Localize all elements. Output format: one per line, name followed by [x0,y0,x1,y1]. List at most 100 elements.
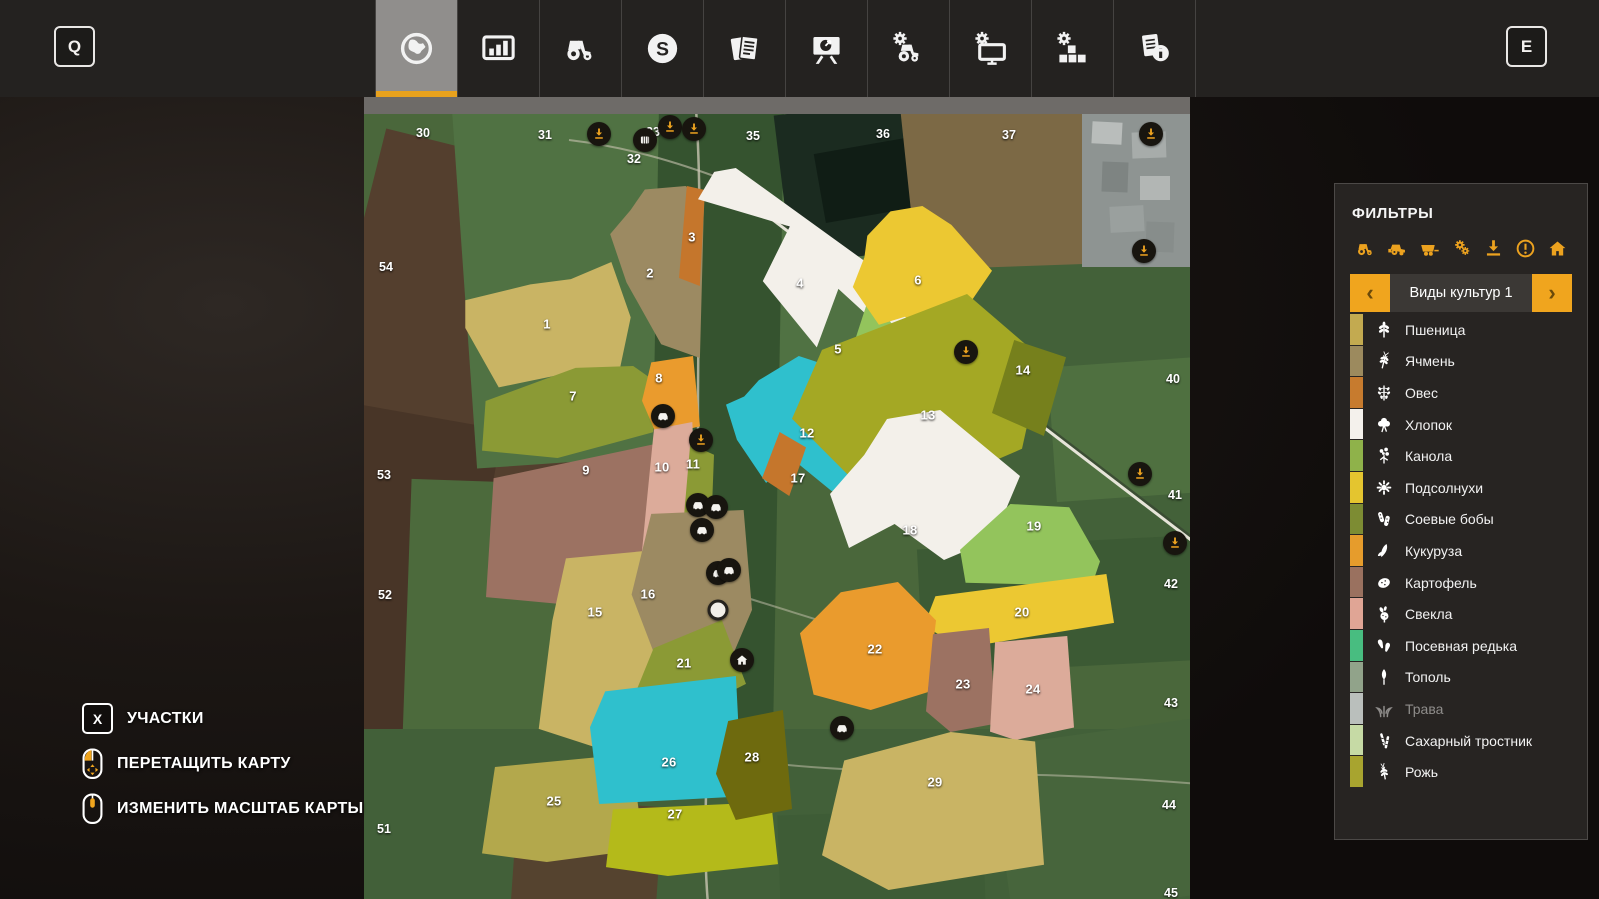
crop-filter-radish[interactable]: Посевная редька [1350,630,1572,662]
trailer-filter-icon[interactable] [1415,237,1443,259]
field-12-number: 12 [799,426,814,441]
home-filter-icon[interactable] [1543,237,1571,259]
field-6-number: 6 [914,273,922,288]
vehicle-marker-icon [717,558,741,582]
worker-marker-icon [682,117,706,141]
oats-icon [1363,377,1405,409]
poplar-icon [1363,662,1405,694]
selector-next-button[interactable]: › [1532,274,1572,312]
map-sector-36: 36 [876,127,890,141]
crop-color-swatch [1350,567,1363,599]
controls-legend: XУЧАСТКИ ПЕРЕТАЩИТЬ КАРТУ ИЗМЕНИТЬ МАСШТАБ… [82,702,364,837]
field-26-number: 26 [661,755,676,770]
crop-filter-poplar[interactable]: Тополь [1350,662,1572,694]
canola-icon [1363,440,1405,472]
crop-name: Сахарный тростник [1405,725,1532,757]
legend-row: ПЕРЕТАЩИТЬ КАРТУ [82,747,364,780]
cotton-icon [1363,409,1405,441]
tab-map[interactable] [375,0,457,97]
alert-filter-icon[interactable] [1511,237,1539,259]
grass-icon [1363,693,1405,725]
field-29-number: 29 [927,775,942,790]
tab-vehicle-settings[interactable] [867,0,949,97]
crop-filter-sunflower[interactable]: Подсолнухи [1350,472,1572,504]
crop-filter-sugarcane[interactable]: Сахарный тростник [1350,725,1572,757]
radish-icon [1363,630,1405,662]
download-filter-icon[interactable] [1479,237,1507,259]
legend-label: УЧАСТКИ [127,710,204,728]
worker-marker-icon [1128,462,1152,486]
tractor-icon [562,30,599,67]
tab-finances[interactable]: S [621,0,703,97]
filters-title: ФИЛЬТРЫ [1352,205,1570,222]
tab-vehicles[interactable] [539,0,621,97]
crop-color-swatch [1350,693,1363,725]
tab-contracts[interactable] [703,0,785,97]
tab-statistics[interactable] [457,0,539,97]
crop-filter-soybean[interactable]: Соевые бобы [1350,504,1572,536]
worker-marker-icon [689,428,713,452]
blocks-gear-icon [1054,30,1091,67]
soybean-icon [1363,504,1405,536]
field-27-number: 27 [667,807,682,822]
crop-filter-grass[interactable]: Трава [1350,693,1572,725]
beet-icon [1363,598,1405,630]
crop-name: Картофель [1405,567,1477,599]
filters-panel: ФИЛЬТРЫ ‹ Виды культур 1 › ПшеницаЯчмень… [1334,183,1588,840]
crop-filter-corn[interactable]: Кукуруза [1350,535,1572,567]
tab-help[interactable] [1113,0,1196,97]
selector-prev-button[interactable]: ‹ [1350,274,1390,312]
crop-name: Овес [1405,377,1438,409]
field-7-number: 7 [569,389,577,404]
crop-name: Ячмень [1405,346,1455,378]
crop-color-swatch [1350,630,1363,662]
map-sector-43: 43 [1164,696,1178,710]
crop-color-swatch [1350,598,1363,630]
field-1-number: 1 [543,317,551,332]
tractor-sm-filter-icon[interactable] [1351,237,1379,259]
crop-filter-wheat[interactable]: Пшеница [1350,314,1572,346]
crop-filter-beet[interactable]: Свекла [1350,598,1572,630]
crop-color-swatch [1350,535,1363,567]
field-24-number: 24 [1025,682,1040,697]
crop-filter-oats[interactable]: Овес [1350,377,1572,409]
legend-row: XУЧАСТКИ [82,702,364,735]
field-26[interactable] [590,676,742,804]
sunflower-icon [1363,472,1405,504]
crop-filter-canola[interactable]: Канола [1350,440,1572,472]
gears-filter-icon[interactable] [1447,237,1475,259]
crop-name: Тополь [1405,662,1451,694]
toolbar-tabs: S [375,0,1196,97]
field-28-number: 28 [744,750,759,765]
field-10-number: 10 [654,460,669,475]
map-sector-40: 40 [1166,372,1180,386]
field-17-number: 17 [790,471,805,486]
crop-filter-barley[interactable]: Ячмень [1350,346,1572,378]
vehicle-marker-icon [651,404,675,428]
tab-general-settings[interactable] [1031,0,1113,97]
tab-game-settings[interactable] [949,0,1031,97]
crop-filter-potato[interactable]: Картофель [1350,567,1572,599]
field-25-number: 25 [546,794,561,809]
wheat-icon [1363,314,1405,346]
map-sector-42: 42 [1164,577,1178,591]
harvester-filter-icon[interactable] [1383,237,1411,259]
monitor-gear-icon [972,30,1009,67]
field-5-number: 5 [834,342,842,357]
map-viewport[interactable]: 1234567891011121314151617181920212223242… [364,114,1190,899]
tab-prices[interactable] [785,0,867,97]
legend-row: ИЗМЕНИТЬ МАСШТАБ КАРТЫ [82,792,364,825]
legend-label: ИЗМЕНИТЬ МАСШТАБ КАРТЫ [117,800,364,818]
top-toolbar: Q S E [0,0,1599,97]
field-9-number: 9 [582,463,590,478]
crop-filter-cotton[interactable]: Хлопок [1350,409,1572,441]
crop-name: Кукуруза [1405,535,1462,567]
worker-marker-icon [587,122,611,146]
map-sector-52: 52 [378,588,392,602]
crop-name: Соевые бобы [1405,504,1494,536]
mouse-drag-icon [82,748,103,780]
crop-filter-rye[interactable]: Рожь [1350,756,1572,788]
crop-color-swatch [1350,314,1363,346]
map-sector-53: 53 [377,468,391,482]
field-20-number: 20 [1014,605,1029,620]
